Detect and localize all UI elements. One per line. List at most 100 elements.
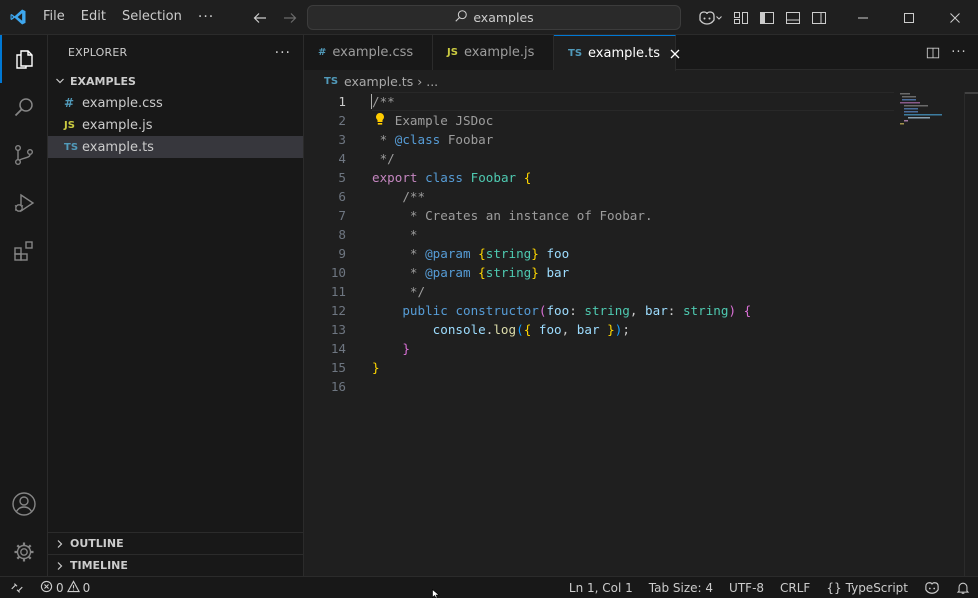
source-control-icon[interactable] — [0, 131, 48, 179]
toggle-panel-icon[interactable] — [780, 0, 806, 35]
notifications-bell-icon[interactable] — [956, 581, 970, 595]
tab-example-css[interactable]: # example.css — [304, 35, 433, 70]
line-number: 11 — [330, 284, 346, 299]
code-text: * Creates an instance of Foobar. — [372, 208, 653, 223]
tab-example-ts[interactable]: TS example.ts — [554, 35, 680, 71]
menu-edit[interactable]: Edit — [73, 5, 114, 29]
editor-area: # example.css JS example.js TS example.t… — [304, 35, 978, 576]
search-view-icon[interactable] — [0, 83, 48, 131]
run-debug-icon[interactable] — [0, 179, 48, 227]
timeline-section-header[interactable]: TIMELINE — [48, 554, 303, 576]
code-text: */ — [372, 284, 426, 299]
lightbulb-icon[interactable] — [374, 112, 386, 131]
ts-file-icon: TS — [324, 75, 339, 87]
code-text: public constructor(foo: string, bar: str… — [402, 303, 752, 318]
file-item-example-js[interactable]: JS example.js — [48, 114, 303, 136]
language-label: TypeScript — [845, 581, 908, 595]
chevron-right-icon — [52, 536, 68, 552]
explorer-icon[interactable] — [0, 35, 48, 83]
code-line: 2 Example JSDoc — [304, 111, 894, 130]
code-text: * — [372, 227, 418, 242]
language-mode[interactable]: {} TypeScript — [826, 581, 908, 595]
line-ending[interactable]: CRLF — [780, 581, 810, 595]
braces-icon: {} — [826, 581, 842, 595]
extensions-icon[interactable] — [0, 227, 48, 275]
js-file-icon: JS — [447, 47, 458, 58]
code-line: 5 export class Foobar { — [304, 168, 894, 187]
code-line: 14 } — [304, 339, 894, 358]
back-arrow-icon[interactable] — [248, 6, 272, 30]
mouse-pointer-icon — [432, 589, 440, 598]
code-text: console.log({ foo, bar }); — [432, 322, 630, 337]
copilot-icon[interactable] — [692, 0, 728, 35]
line-number: 6 — [338, 189, 346, 204]
line-number: 16 — [330, 379, 346, 394]
close-tab-icon[interactable] — [670, 46, 680, 62]
editor-scrollbar[interactable] — [964, 92, 978, 576]
file-item-example-ts[interactable]: TS example.ts — [48, 136, 303, 158]
breadcrumb-separator: › — [417, 73, 423, 89]
code-line: 1 /** — [304, 92, 894, 111]
encoding[interactable]: UTF-8 — [729, 581, 764, 595]
code-text: export class Foobar { — [372, 170, 532, 185]
file-item-example-css[interactable]: # example.css — [48, 92, 303, 114]
remote-icon[interactable] — [0, 577, 34, 598]
ts-file-icon: TS — [568, 48, 583, 59]
split-editor-icon[interactable] — [922, 42, 944, 64]
code-line: 13 console.log({ foo, bar }); — [304, 320, 894, 339]
vscode-logo-icon — [0, 0, 35, 35]
settings-gear-icon[interactable] — [0, 528, 48, 576]
file-label: example.js — [82, 117, 153, 133]
forward-arrow-icon[interactable] — [278, 6, 302, 30]
cursor-position[interactable]: Ln 1, Col 1 — [569, 581, 633, 595]
command-center-search[interactable]: examples — [307, 5, 681, 30]
problems-indicator[interactable]: 0 0 — [34, 579, 96, 596]
accounts-icon[interactable] — [0, 480, 48, 528]
line-number: 15 — [330, 360, 346, 375]
tab-label: example.ts — [588, 46, 660, 61]
title-bar: File Edit Selection ··· examples — [0, 0, 978, 35]
toggle-secondary-sidebar-icon[interactable] — [806, 0, 832, 35]
breadcrumb-file[interactable]: example.ts — [344, 74, 413, 89]
ts-file-icon: TS — [64, 141, 79, 153]
customize-layout-icon[interactable] — [728, 0, 754, 35]
tab-example-js[interactable]: JS example.js — [433, 35, 554, 70]
explorer-more-actions[interactable]: ··· — [275, 45, 291, 61]
editor-more-actions-icon[interactable]: ··· — [948, 42, 970, 64]
minimize-icon[interactable] — [840, 0, 886, 35]
search-text: examples — [473, 10, 534, 25]
line-number: 7 — [338, 208, 346, 223]
maximize-icon[interactable] — [886, 0, 932, 35]
error-icon — [40, 580, 53, 596]
toggle-primary-sidebar-icon[interactable] — [754, 0, 780, 35]
code-line: 3 * @class Foobar — [304, 130, 894, 149]
line-number: 8 — [338, 227, 346, 242]
code-line: 4 */ — [304, 149, 894, 168]
outline-label: OUTLINE — [70, 537, 124, 550]
line-number: 4 — [338, 151, 346, 166]
breadcrumb-rest[interactable]: ... — [426, 74, 438, 89]
minimap[interactable] — [896, 92, 966, 132]
folder-label: EXAMPLES — [70, 74, 136, 88]
js-file-icon: JS — [64, 119, 75, 131]
code-line: 16 — [304, 377, 894, 396]
folder-examples-header[interactable]: EXAMPLES — [48, 70, 303, 92]
line-number: 10 — [330, 265, 346, 280]
tab-size[interactable]: Tab Size: 4 — [649, 581, 713, 595]
warning-count: 0 — [82, 580, 91, 595]
activity-bar — [0, 35, 48, 576]
code-line: 15 } — [304, 358, 894, 377]
code-text: } — [372, 360, 380, 375]
menu-file[interactable]: File — [35, 5, 73, 29]
copilot-status-icon[interactable] — [924, 581, 940, 595]
code-text: */ — [372, 151, 395, 166]
close-window-icon[interactable] — [932, 0, 978, 35]
menu-selection[interactable]: Selection — [114, 5, 190, 29]
code-editor[interactable]: 1 /** 2 Example JSDoc 3 * @class Foobar … — [304, 92, 894, 396]
code-text: Example JSDoc — [372, 113, 494, 128]
menu-more-button[interactable]: ··· — [190, 5, 222, 29]
outline-section-header[interactable]: OUTLINE — [48, 532, 303, 554]
explorer-sidebar: EXPLORER ··· EXAMPLES # example.css JS e… — [48, 35, 304, 576]
code-line: 12 public constructor(foo: string, bar: … — [304, 301, 894, 320]
code-line: 10 * @param {string} bar — [304, 263, 894, 282]
